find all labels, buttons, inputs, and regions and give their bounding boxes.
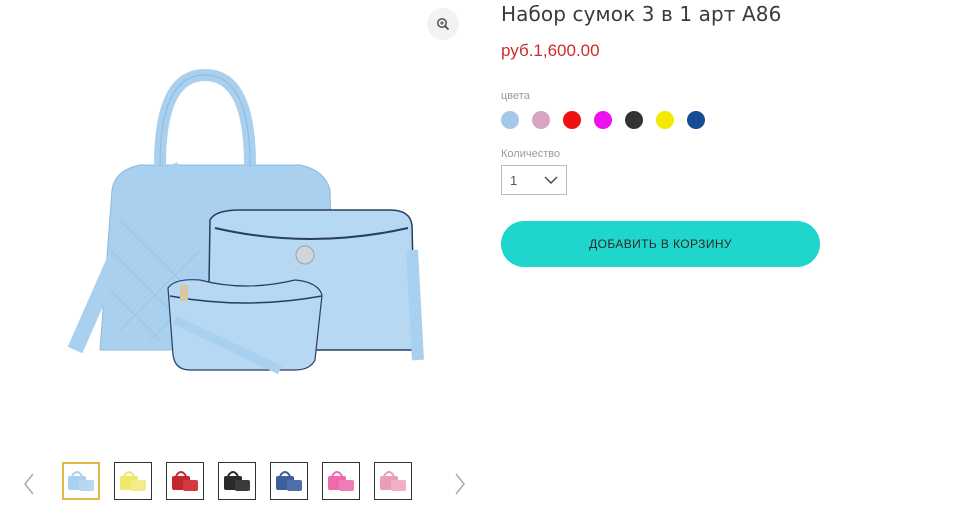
color-swatch[interactable] xyxy=(656,111,674,129)
thumbnail-black[interactable] xyxy=(218,462,256,500)
thumbnail-image xyxy=(68,471,94,491)
color-label: цвета xyxy=(501,90,530,102)
product-title: Набор сумок 3 в 1 арт А86 xyxy=(501,2,782,26)
thumbnail-light-pink[interactable] xyxy=(374,462,412,500)
color-swatch[interactable] xyxy=(625,111,643,129)
thumbnail-image xyxy=(172,471,198,491)
thumbnail-yellow[interactable] xyxy=(114,462,152,500)
color-swatch[interactable] xyxy=(687,111,705,129)
color-swatch[interactable] xyxy=(501,111,519,129)
quantity-value: 1 xyxy=(510,172,518,188)
zoom-button[interactable] xyxy=(427,8,459,40)
thumbnail-image xyxy=(276,471,302,491)
thumbnail-red[interactable] xyxy=(166,462,204,500)
thumbnail-image xyxy=(120,471,146,491)
chevron-right-icon xyxy=(455,473,465,495)
thumbnail-prev-button[interactable] xyxy=(19,470,39,498)
thumbnail-image xyxy=(380,471,406,491)
color-swatch[interactable] xyxy=(594,111,612,129)
thumbnail-strip xyxy=(62,462,412,500)
thumbnail-image xyxy=(328,471,354,491)
add-to-cart-button[interactable]: ДОБАВИТЬ В КОРЗИНУ xyxy=(501,221,820,267)
chevron-left-icon xyxy=(24,473,34,495)
thumbnail-image xyxy=(224,471,250,491)
thumbnail-light-blue[interactable] xyxy=(62,462,100,500)
color-swatch[interactable] xyxy=(563,111,581,129)
thumbnail-pink[interactable] xyxy=(322,462,360,500)
color-swatch[interactable] xyxy=(532,111,550,129)
chevron-down-icon xyxy=(544,176,558,184)
quantity-select[interactable]: 1 xyxy=(501,165,567,195)
thumbnail-navy[interactable] xyxy=(270,462,308,500)
magnifier-icon xyxy=(437,18,450,31)
product-price: руб.1,600.00 xyxy=(501,41,600,60)
thumbnail-next-button[interactable] xyxy=(450,470,470,498)
product-gallery xyxy=(0,0,480,519)
quantity-label: Количество xyxy=(501,148,561,160)
product-main-image xyxy=(67,68,424,375)
color-swatches xyxy=(501,111,705,129)
